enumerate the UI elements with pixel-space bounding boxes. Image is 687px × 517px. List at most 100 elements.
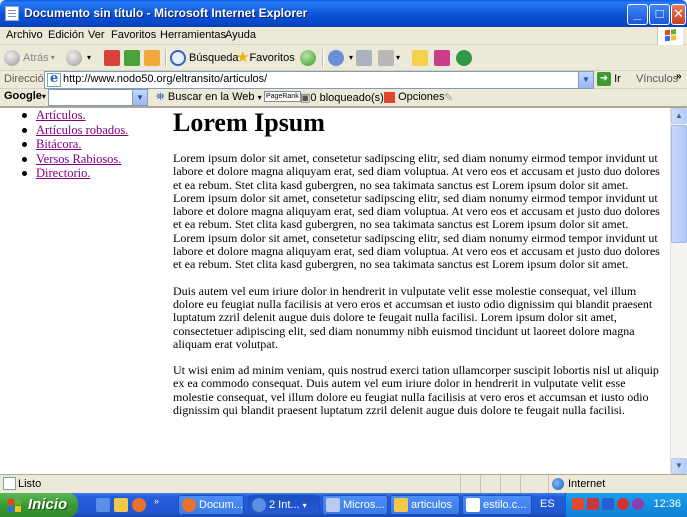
status-bar: Listo Internet	[0, 474, 687, 494]
refresh-icon	[124, 50, 140, 67]
quicklaunch-folder-icon[interactable]	[114, 498, 128, 512]
google-search-input[interactable]: ▼	[48, 89, 148, 106]
menu-herramientas[interactable]: Herramientas	[160, 29, 226, 41]
tray-network-icon[interactable]	[602, 498, 614, 510]
site-nav: Artículos. Artículos robados. Bitácora. …	[8, 108, 128, 181]
toolbar-separator	[322, 49, 323, 67]
print-button[interactable]	[356, 49, 372, 67]
home-button[interactable]	[144, 49, 160, 67]
popup-blocker-button[interactable]: ▣0 bloqueado(s)	[300, 91, 384, 104]
scroll-up-arrow-icon[interactable]: ▲	[671, 108, 687, 124]
google-search-dropdown-icon[interactable]: ▼	[132, 90, 147, 105]
language-indicator[interactable]: ES	[540, 498, 555, 510]
tray-alert-icon[interactable]	[617, 498, 629, 510]
clock[interactable]: 12:36	[653, 498, 681, 510]
scrollbar-thumb[interactable]	[671, 125, 687, 243]
vertical-scrollbar[interactable]: ▲ ▼	[670, 108, 687, 474]
nav-link-versos-rabiosos[interactable]: Versos Rabiosos.	[36, 152, 121, 166]
maximize-button[interactable]: □	[649, 4, 670, 25]
links-button[interactable]: Vínculos	[636, 73, 678, 85]
address-label: Dirección	[4, 73, 50, 85]
go-button[interactable]: ➜ Ir	[597, 72, 621, 88]
quicklaunch-ie-icon[interactable]	[96, 498, 110, 512]
research-button[interactable]	[456, 49, 472, 67]
address-input[interactable]: http://www.nodo50.org/eltransito/articul…	[44, 71, 594, 89]
ie-page-icon	[5, 6, 19, 21]
search-button[interactable]: Búsqueda	[170, 49, 239, 67]
options-label: Opciones	[398, 91, 445, 103]
nav-item: Artículos robados.	[8, 123, 128, 138]
forward-button[interactable]: ▾	[66, 49, 91, 67]
menu-favoritos[interactable]: Favoritos	[111, 29, 156, 41]
refresh-button[interactable]	[124, 49, 140, 67]
task-estilo-css[interactable]: estilo.c...	[462, 495, 532, 515]
editor-icon	[466, 498, 480, 512]
google-logo[interactable]: Google▾	[4, 90, 46, 102]
app-window-icon	[326, 498, 340, 512]
address-url[interactable]: http://www.nodo50.org/eltransito/articul…	[63, 73, 267, 85]
back-dropdown-icon[interactable]: ▾	[51, 49, 55, 67]
system-tray: 12:36	[565, 493, 687, 517]
tray-security-icon[interactable]	[587, 498, 599, 510]
edit-dropdown-icon[interactable]: ▾	[396, 49, 400, 67]
status-text: Listo	[18, 478, 42, 490]
nav-item: Artículos.	[8, 108, 128, 123]
links-chevron-icon[interactable]: »	[676, 71, 682, 82]
minimize-button[interactable]: _	[627, 4, 648, 25]
nav-link-directorio[interactable]: Directorio.	[36, 166, 91, 180]
popup-blocker-label: 0 bloqueado(s)	[310, 92, 384, 104]
task-internet-explorer-group[interactable]: 2 Int... ▾	[248, 495, 320, 515]
mail-dropdown-icon[interactable]: ▾	[349, 49, 353, 67]
edit-button[interactable]: ▾	[378, 49, 400, 67]
pagerank-indicator[interactable]: PageRank	[264, 91, 301, 103]
favorites-button[interactable]: ★Favoritos	[236, 49, 295, 67]
task-label: Micros...	[343, 499, 385, 511]
task-microsoft-app[interactable]: Micros...	[322, 495, 388, 515]
firefox-icon	[182, 498, 196, 512]
history-button[interactable]	[300, 49, 319, 67]
status-divider	[500, 475, 501, 494]
windows-flag-icon	[8, 499, 14, 505]
page-heading: Lorem Ipsum	[173, 108, 325, 137]
menu-ver[interactable]: Ver	[88, 29, 105, 41]
status-divider	[460, 475, 461, 494]
page-viewport[interactable]: Artículos. Artículos robados. Bitácora. …	[0, 107, 687, 474]
status-divider	[480, 475, 481, 494]
paragraph: Lorem ipsum dolor sit amet, consetetur s…	[173, 151, 660, 272]
start-button[interactable]: Inicio	[0, 493, 78, 517]
close-button[interactable]: ✕	[671, 4, 686, 25]
tray-media-icon[interactable]	[632, 498, 644, 510]
quicklaunch-firefox-icon[interactable]	[132, 498, 146, 512]
menu-edicion[interactable]: Edición	[48, 29, 84, 41]
address-dropdown-icon[interactable]: ▼	[578, 72, 593, 88]
search-web-dropdown-icon[interactable]: ▾	[258, 93, 262, 102]
ie-icon	[252, 498, 266, 512]
page-status-icon	[3, 477, 16, 490]
go-label: Ir	[614, 72, 621, 85]
ie-page-icon	[47, 71, 61, 87]
tray-app-icon[interactable]	[572, 498, 584, 510]
highlight-pencil-icon[interactable]: ✎	[444, 91, 453, 104]
scroll-down-arrow-icon[interactable]: ▼	[671, 458, 687, 474]
discuss-button[interactable]	[412, 49, 428, 67]
messenger-button[interactable]	[434, 49, 450, 67]
mail-button[interactable]: ▾	[328, 49, 353, 67]
menu-archivo[interactable]: Archivo	[6, 29, 43, 41]
task-firefox-document[interactable]: Docum...	[178, 495, 244, 515]
search-web-button[interactable]: ⛯ Buscar en la Web ▾	[156, 91, 262, 104]
menu-ayuda[interactable]: Ayuda	[225, 29, 256, 41]
popup-blocker-icon: ▣	[300, 92, 311, 104]
options-button[interactable]: Opciones	[384, 91, 445, 103]
nav-link-articulos[interactable]: Artículos.	[36, 108, 86, 122]
task-articulos-folder[interactable]: articulos	[390, 495, 460, 515]
back-button[interactable]: Atrás ▾	[4, 49, 55, 67]
stop-button[interactable]	[104, 49, 120, 67]
forward-dropdown-icon[interactable]: ▾	[87, 49, 91, 67]
paragraph: Duis autem vel eum iriure dolor in hendr…	[173, 283, 653, 351]
nav-link-articulos-robados[interactable]: Artículos robados.	[36, 123, 128, 137]
quicklaunch-more-icon[interactable]: »	[154, 496, 159, 506]
zone-label: Internet	[568, 478, 606, 490]
nav-link-bitacora[interactable]: Bitácora.	[36, 137, 81, 151]
stop-icon	[104, 50, 120, 67]
title-bar[interactable]: Documento sin título - Microsoft Interne…	[0, 0, 687, 27]
